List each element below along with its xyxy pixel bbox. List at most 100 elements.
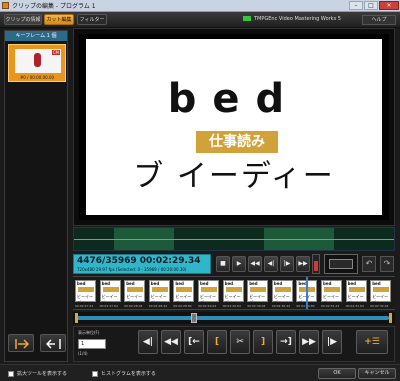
frame-tag (78, 287, 94, 292)
next-frame-button[interactable]: |▶ (280, 256, 294, 272)
stop-button[interactable]: ■ (216, 256, 230, 272)
help-button[interactable]: ヘルプ (362, 15, 396, 25)
rewind-button[interactable]: ◀◀ (248, 256, 262, 272)
app-icon (2, 2, 9, 9)
step-back-button[interactable]: ◀◀ (161, 330, 181, 354)
frame-timecode: 00:02:30.44 (271, 304, 291, 308)
close-button[interactable]: ✕ (379, 1, 399, 10)
preview-word: bed (167, 76, 301, 122)
edit-toolbar: 表示単位(F) 1 (1/4) ◀| ◀◀ [← [ ✂ ] →] ▶▶ |▶ … (73, 326, 395, 362)
frame-tag (373, 287, 390, 292)
minimize-button[interactable]: – (349, 1, 363, 10)
set-in-button[interactable]: [ (207, 330, 227, 354)
add-cut-list-button[interactable]: +☰ (356, 330, 388, 354)
ok-button[interactable]: OK (318, 368, 356, 379)
preview-canvas: bed 仕事読み ブ イーディー (86, 39, 382, 215)
video-preview[interactable]: bed 仕事読み ブ イーディー (79, 34, 389, 220)
tab-cut-edit[interactable]: カット編集 (44, 14, 74, 25)
undo-button[interactable]: ↶ (362, 256, 376, 272)
filmstrip-frame[interactable]: bed ビーイーディー (148, 280, 170, 305)
redo-button[interactable]: ↷ (380, 256, 394, 272)
title-bar: クリップの編集 - プログラム 1 – □ ✕ (0, 0, 400, 12)
filmstrip-frame[interactable]: bed ビーイーディー (99, 280, 121, 305)
frame-word: bed (126, 281, 135, 286)
keyframe-thumbnail[interactable]: CM #0 / 00:00:00.00 (8, 44, 66, 82)
fast-forward-button[interactable]: ▶▶ (296, 256, 310, 272)
frame-word: bed (372, 281, 381, 286)
frame-word: bed (101, 281, 111, 286)
monitor-toggle[interactable] (324, 254, 358, 274)
frame-word: bed (77, 281, 86, 286)
goto-out-button[interactable]: →] (276, 330, 296, 354)
frame-word: bed (273, 281, 283, 286)
audio-waveform[interactable] (73, 227, 395, 251)
timecode-info: 720x480 29.97 fps (Selected: 0 - 35969 /… (77, 267, 187, 272)
filmstrip-frame[interactable]: bed ビーイーディー (247, 280, 269, 305)
frame-timecode: 00:02:29.64 (222, 304, 241, 308)
checkbox-icon (8, 370, 14, 377)
tab-clip-info[interactable]: クリップの情報 (4, 14, 42, 25)
preview-reading: ブ イーディー (133, 159, 335, 194)
remove-keyframe-button[interactable] (40, 334, 66, 352)
tab-filter[interactable]: フィルター (77, 14, 107, 25)
footer-bar: 拡大ツールを表示する ヒストグラムを表示する OK キャンセル (0, 364, 400, 381)
step-forward-button[interactable]: ▶▶ (299, 330, 319, 354)
frame-timecode: 00:02:30.84 (296, 304, 320, 308)
frame-word: bed (150, 281, 160, 286)
filmstrip-frame[interactable]: bed ビーイーディー (271, 280, 293, 305)
frame-word: bed (323, 281, 332, 286)
goto-in-button[interactable]: [← (184, 330, 204, 354)
frame-tag (225, 287, 242, 292)
selection-range-bar[interactable] (73, 312, 395, 324)
keyframe-image: CM (15, 49, 61, 73)
frame-word: bed (200, 281, 209, 286)
cut-button[interactable]: ✂ (230, 330, 250, 354)
frame-word: bed (175, 281, 184, 286)
range-start-marker[interactable] (75, 313, 78, 323)
frame-tag (250, 287, 267, 292)
frame-tag (274, 287, 291, 292)
status-led-icon (243, 16, 251, 21)
filmstrip-frame[interactable]: bed ビーイーディー (198, 280, 219, 305)
filmstrip-frame[interactable]: bed ビーイーディー (370, 280, 392, 305)
range-end-marker[interactable] (389, 313, 392, 323)
filmstrip-frame[interactable]: bed ビーイーディー (75, 280, 96, 305)
filmstrip-frame[interactable]: bed ビーイーディー (173, 280, 195, 305)
show-histogram-checkbox[interactable]: ヒストグラムを表示する (92, 370, 156, 377)
maximize-button[interactable]: □ (364, 1, 378, 10)
frame-timecode: 00:02:28.84 (173, 304, 192, 308)
frame-tag (324, 287, 340, 292)
range-track (77, 316, 389, 320)
playhead-cursor[interactable] (306, 277, 308, 309)
goto-end-button[interactable]: |▶ (322, 330, 342, 354)
volume-slider[interactable] (312, 254, 320, 274)
filmstrip-frame[interactable]: bed ビーイーディー (222, 280, 244, 305)
frame-timecode: 00:02:30.04 (247, 304, 266, 308)
range-knob[interactable] (191, 313, 197, 323)
frame-timecode: 00:02:29.24 (198, 304, 217, 308)
checkbox-icon (92, 370, 98, 377)
frame-tag (201, 287, 217, 292)
prev-frame-button[interactable]: ◀| (264, 256, 278, 272)
cancel-button[interactable]: キャンセル (358, 368, 396, 379)
filmstrip-frame[interactable]: bed ビーイーディー (321, 280, 342, 305)
goto-start-button[interactable]: ◀| (138, 330, 158, 354)
timecode-main: 4476/35969 00:02:29.34 (77, 256, 201, 266)
set-out-button[interactable]: ] (253, 330, 273, 354)
filmstrip[interactable]: bed ビーイーディー 00:02:27.24 bed ビーイーディー 00:02:27.… (73, 276, 395, 310)
show-zoom-checkbox[interactable]: 拡大ツールを表示する (8, 370, 67, 377)
filmstrip-frame[interactable]: bed ビーイーディー (124, 280, 146, 305)
add-keyframe-button[interactable] (8, 334, 34, 352)
play-button[interactable]: ▶ (232, 256, 246, 272)
waveform-line (74, 239, 394, 240)
keyframe-panel: キーフレーム 1 個 CM #0 / 00:00:00.00 (4, 30, 68, 362)
step-spinner[interactable]: 1 (78, 339, 106, 349)
keyframe-caption: #0 / 00:00:00.00 (19, 75, 55, 80)
frame-word: bed (224, 281, 234, 286)
frame-tag (102, 287, 119, 292)
frame-timecode: 00:02:28.44 (148, 304, 168, 308)
filmstrip-frame[interactable]: bed ビーイーディー (345, 280, 367, 305)
transport-controls: ■ ▶ ◀◀ ◀| |▶ ▶▶ (216, 256, 312, 272)
frame-timecode: 00:02:32.04 (370, 304, 389, 308)
add-keyframe-icon (15, 339, 30, 349)
